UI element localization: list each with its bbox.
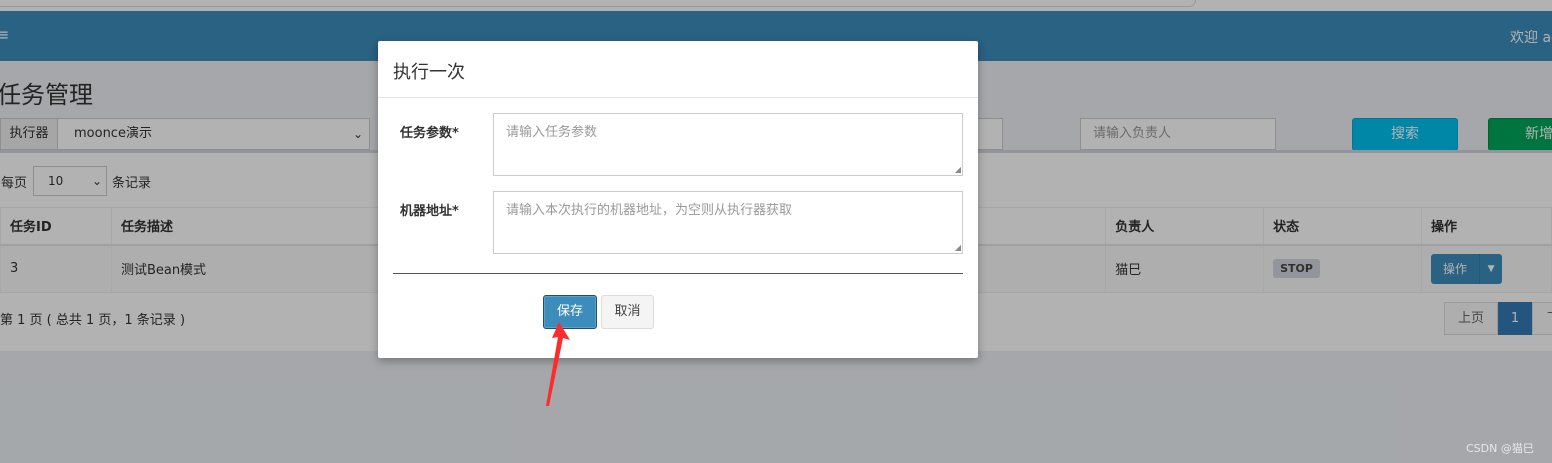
resize-grip-icon[interactable]: ◢ [955,244,961,252]
machine-address-label: 机器地址* [400,204,459,219]
red-annotation-arrow [546,322,570,406]
run-once-dialog: 执行一次 任务参数* 请输入任务参数 ◢ 机器地址* 请输入本次执行的机器地址，… [378,41,978,358]
task-params-textarea[interactable]: 请输入任务参数 ◢ [493,113,963,176]
task-params-label: 任务参数* [400,126,459,141]
dialog-header-divider [378,97,978,98]
machine-address-placeholder: 请输入本次执行的机器地址，为空则从执行器获取 [506,203,793,218]
dialog-title: 执行一次 [393,62,465,83]
arrow-shape [546,322,570,406]
watermark: CSDN @猫巳 [1466,442,1534,455]
cancel-button[interactable]: 取消 [601,295,654,329]
machine-address-textarea[interactable]: 请输入本次执行的机器地址，为空则从执行器获取 ◢ [493,191,963,254]
resize-grip-icon[interactable]: ◢ [955,166,961,174]
dialog-footer-divider [393,273,963,274]
task-params-placeholder: 请输入任务参数 [506,125,598,140]
